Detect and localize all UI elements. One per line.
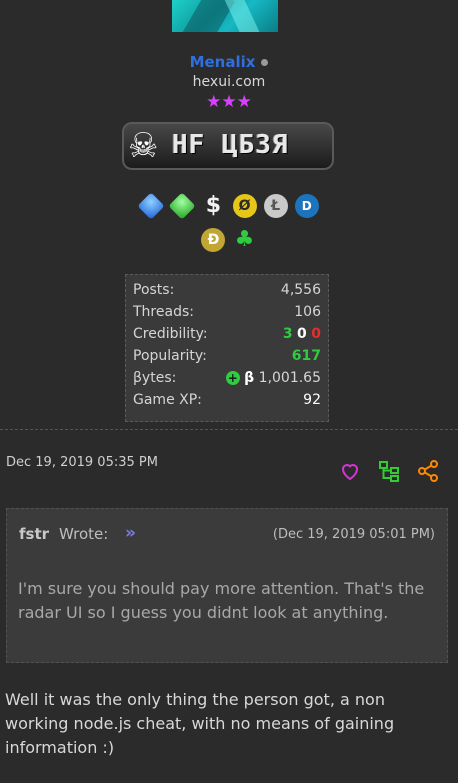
credibility-values[interactable]: 3 0 0 — [283, 326, 321, 342]
stat-label: Popularity: — [133, 348, 207, 364]
username-link[interactable]: Menalix — [190, 53, 256, 71]
stat-posts: Posts: 4,556 — [133, 282, 321, 304]
cred-neutral: 0 — [297, 326, 307, 342]
quote-body: I'm sure you should pay more attention. … — [18, 579, 425, 622]
post-divider — [0, 429, 458, 430]
stat-label: Game XP: — [133, 392, 202, 408]
posts-count[interactable]: 4,556 — [281, 282, 321, 298]
dollar-icon[interactable]: $ — [201, 194, 225, 218]
share-icon[interactable] — [416, 459, 440, 483]
emerald-icon[interactable] — [168, 192, 196, 220]
litecoin-icon[interactable]: Ł — [263, 194, 288, 218]
gamexp-value: 92 — [303, 392, 321, 408]
cred-positive: 3 — [282, 326, 293, 342]
stat-popularity: Popularity: 617 — [133, 348, 321, 370]
skull-icon: ☠ — [128, 126, 159, 166]
user-title: hexui.com — [192, 74, 266, 90]
rank-stars: ★★★ — [206, 92, 252, 112]
bytes-value-group: + β 1,001.65 — [225, 370, 321, 386]
add-bytes-icon[interactable]: + — [225, 371, 240, 385]
quote-wrote-label: Wrote: — [59, 525, 109, 543]
awards-row-1: $ Ø Ł D — [0, 192, 458, 220]
stat-label: Threads: — [133, 304, 194, 320]
avatar[interactable] — [172, 0, 278, 32]
quote-block: fstr Wrote: » (Dec 19, 2019 05:01 PM) I'… — [6, 508, 448, 663]
stat-label: Credibility: — [133, 326, 208, 342]
group-badge: ☠ HF ЦБЗЯ — [122, 122, 334, 170]
group-badge-text: HF ЦБЗЯ — [172, 130, 289, 160]
post-date: Dec 19, 2019 05:35 PM — [6, 455, 158, 470]
stat-gamexp: Game XP: 92 — [133, 392, 321, 414]
popularity-value[interactable]: 617 — [292, 348, 321, 364]
awards-row-2: Ð ♣ — [0, 228, 458, 252]
bytes-value[interactable]: 1,001.65 — [259, 370, 321, 386]
username-row: Menalix — [0, 52, 458, 71]
zero-coin-icon[interactable]: Ø — [232, 194, 257, 218]
stat-credibility: Credibility: 3 0 0 — [133, 326, 321, 348]
clover-icon[interactable]: ♣ — [233, 228, 257, 252]
stat-bytes: βytes: + β 1,001.65 — [133, 370, 321, 392]
stat-threads: Threads: 106 — [133, 304, 321, 326]
tree-icon[interactable] — [377, 459, 401, 483]
heart-icon[interactable] — [338, 459, 362, 483]
cred-negative: 0 — [311, 326, 321, 342]
sapphire-icon[interactable] — [137, 192, 165, 220]
stat-label: βytes: — [133, 370, 177, 386]
dogecoin-icon[interactable]: Ð — [201, 228, 226, 252]
offline-status-icon — [261, 59, 269, 66]
quote-author[interactable]: fstr — [19, 525, 49, 543]
post-body: Well it was the only thing the person go… — [5, 690, 395, 757]
quote-date: (Dec 19, 2019 05:01 PM) — [272, 527, 435, 542]
threads-count[interactable]: 106 — [294, 304, 321, 320]
quote-jump-icon[interactable]: » — [125, 523, 136, 543]
bytes-symbol: β — [244, 370, 255, 386]
user-stats-box: Posts: 4,556 Threads: 106 Credibility: 3… — [125, 274, 329, 422]
stat-label: Posts: — [133, 282, 175, 298]
dash-icon[interactable]: D — [294, 194, 319, 218]
